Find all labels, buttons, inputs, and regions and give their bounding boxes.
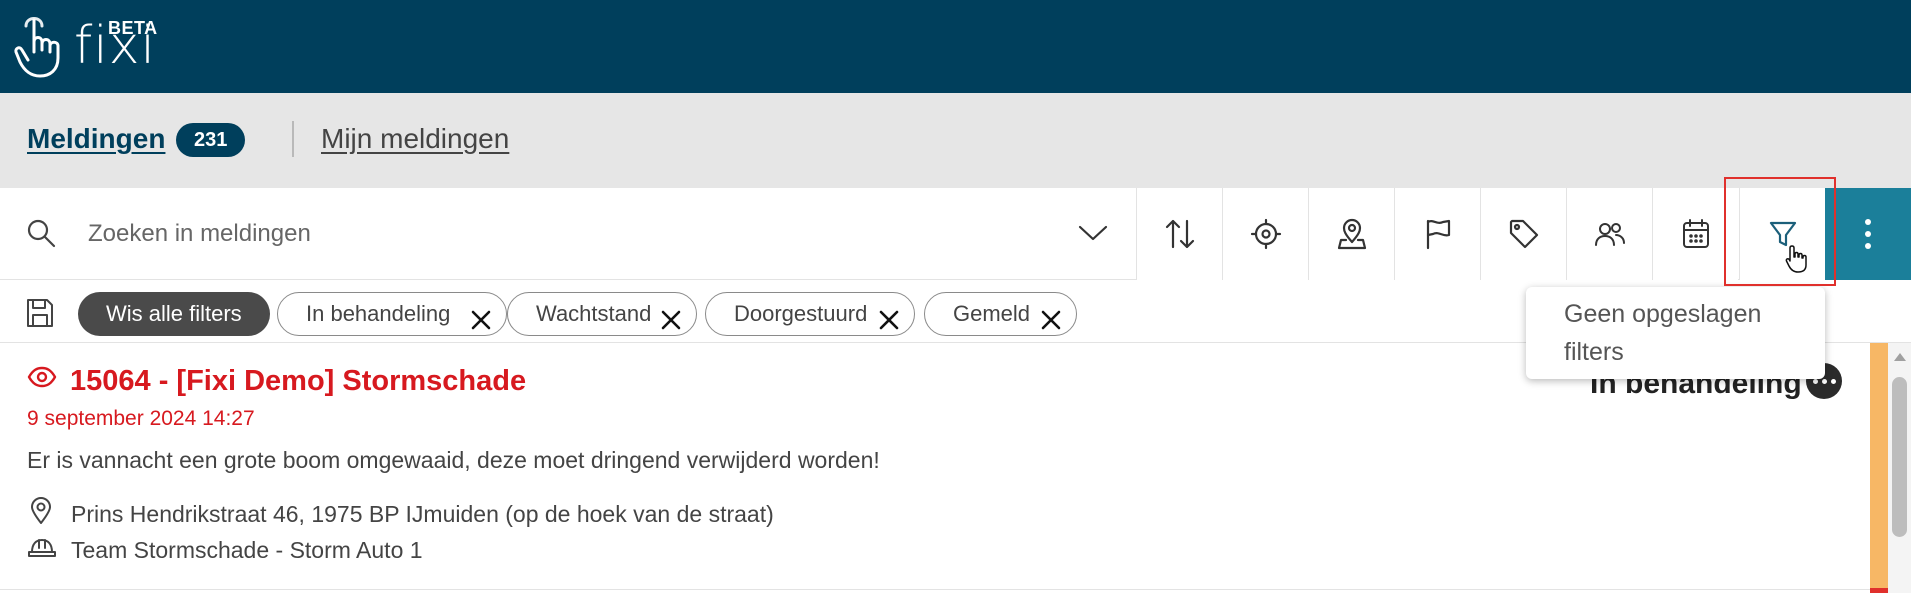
notification-team: Team Stormschade - Storm Auto 1 (71, 537, 423, 563)
chevron-down-icon[interactable] (1076, 218, 1110, 253)
sort-button[interactable] (1136, 188, 1222, 280)
notification-title[interactable]: 15064 - [Fixi Demo] Stormschade (70, 365, 526, 398)
toolbar (0, 188, 1911, 280)
tabs-bar: Meldingen 231 Mijn meldingen (0, 93, 1911, 188)
filter-chip-label: In behandeling (306, 301, 451, 326)
status-color-stripe-next (1870, 588, 1888, 593)
notification-address: Prins Hendrikstraat 46, 1975 BP IJmuiden… (71, 501, 774, 527)
tabs-divider (292, 121, 294, 157)
close-icon[interactable] (470, 303, 492, 345)
close-icon[interactable] (660, 303, 682, 345)
beta-badge: BETA (108, 18, 158, 38)
sort-arrows-icon (1165, 219, 1194, 249)
tab-meldingen[interactable]: Meldingen (27, 123, 165, 155)
filter-chip-doorgestuurd[interactable]: Doorgestuurd (705, 292, 915, 336)
search-icon (26, 218, 56, 253)
clear-all-filters-button[interactable]: Wis alle filters (78, 292, 270, 336)
close-icon[interactable] (878, 303, 900, 345)
tag-icon (1509, 219, 1538, 249)
eye-icon (27, 365, 57, 394)
meldingen-count-badge: 231 (176, 123, 246, 157)
search-input[interactable] (88, 212, 1008, 256)
flag-button[interactable] (1394, 188, 1480, 280)
calendar-button[interactable] (1652, 188, 1738, 280)
filter-button[interactable] (1739, 188, 1825, 280)
list-scrollbar[interactable] (1888, 343, 1911, 593)
save-filter-icon[interactable] (25, 297, 55, 334)
saved-filters-popover: Geen opgeslagen filters (1526, 287, 1825, 379)
scroll-thumb[interactable] (1892, 377, 1907, 537)
vertical-dots-icon (1865, 219, 1871, 249)
item-divider (0, 589, 1870, 590)
hard-hat-icon (27, 536, 57, 565)
no-saved-filters-text: Geen opgeslagen filters (1564, 300, 1762, 366)
hand-pointer-icon (14, 17, 60, 78)
status-color-stripe (1870, 343, 1888, 593)
notification-item[interactable]: 15064 - [Fixi Demo] Stormschade 9 septem… (0, 343, 1870, 593)
map-pin-button[interactable] (1308, 188, 1394, 280)
calendar-icon (1682, 219, 1709, 248)
notification-date: 9 september 2024 14:27 (27, 407, 255, 430)
close-icon[interactable] (1040, 303, 1062, 345)
more-options-button[interactable] (1825, 188, 1911, 280)
filter-chip-label: Wachtstand (536, 301, 652, 326)
filter-chip-wachtstand[interactable]: Wachtstand (507, 292, 697, 336)
location-target-button[interactable] (1222, 188, 1308, 280)
filter-chip-gemeld[interactable]: Gemeld (924, 292, 1077, 336)
location-pin-icon (29, 497, 53, 530)
notification-description: Er is vannacht een grote boom omgewaaid,… (27, 447, 880, 473)
map-pin-icon (1337, 218, 1366, 250)
flag-icon (1426, 219, 1450, 250)
tab-mijn-meldingen[interactable]: Mijn meldingen (321, 123, 509, 155)
crosshair-icon (1250, 218, 1281, 250)
filter-chip-label: Gemeld (953, 301, 1031, 326)
filter-chip-label: Doorgestuurd (734, 301, 868, 326)
fixi-logo[interactable] (14, 12, 78, 78)
app-header: fixi BETA (0, 0, 1911, 93)
hand-cursor-icon (1785, 244, 1809, 279)
filter-chip-in-behandeling[interactable]: In behandeling (277, 292, 507, 336)
tag-button[interactable] (1480, 188, 1566, 280)
scroll-up-arrow[interactable] (1894, 353, 1906, 361)
people-icon (1594, 223, 1625, 246)
people-button[interactable] (1566, 188, 1652, 280)
